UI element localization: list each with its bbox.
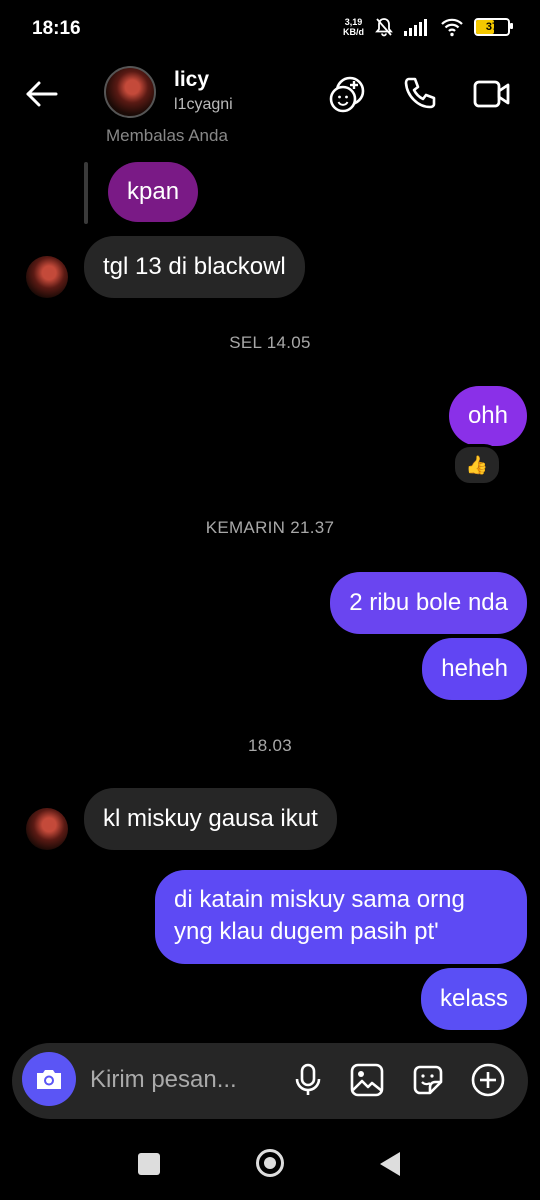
network-speed: 3,19 KB/d [343,17,364,37]
timestamp: 18.03 [247,736,293,755]
microphone-icon[interactable] [290,1062,326,1098]
message-bubble-replied[interactable]: kpan [108,162,199,222]
wifi-icon [441,18,463,37]
reply-bar [84,162,88,224]
back-arrow-icon[interactable] [24,76,60,112]
message-bubble-incoming[interactable]: tgl 13 di blackowl [84,236,305,298]
battery-icon: 37 [474,18,513,36]
timestamp: KEMARIN 21.37 [205,518,335,537]
message-bubble-outgoing[interactable]: ohh [448,386,527,446]
contact-username[interactable]: l1cyagni [174,96,233,114]
message-input[interactable]: Kirim pesan... [90,1066,237,1094]
message-bubble-incoming[interactable]: kl miskuy gausa ikut [84,788,337,850]
message-bubble-outgoing[interactable]: heheh [422,638,527,700]
timestamp: SEL 14.05 [229,333,311,352]
status-icons: 3,19 KB/d 37 [343,17,513,37]
recents-button[interactable] [138,1153,160,1175]
video-call-icon[interactable] [472,74,512,114]
status-time: 18:16 [32,18,81,39]
mute-bell-icon [375,18,393,37]
message-bubble-outgoing[interactable]: 2 ribu bole nda [330,572,527,634]
signal-icon [404,19,427,36]
sticker-icon[interactable] [410,1062,446,1098]
camera-icon [37,1070,61,1089]
add-effect-icon[interactable] [328,74,368,114]
nav-back-button[interactable] [380,1152,400,1176]
message-bubble-outgoing[interactable]: di katain miskuy sama orng yng klau duge… [155,870,527,964]
gallery-icon[interactable] [349,1062,385,1098]
message-line: yng klau dugem pasih pt' [174,918,439,945]
home-button[interactable] [256,1149,284,1177]
phone-call-icon[interactable] [400,74,440,114]
contact-name[interactable]: licy [174,68,209,92]
add-more-icon[interactable] [470,1062,506,1098]
reply-label: Membalas Anda [106,126,228,142]
sender-avatar[interactable] [26,256,68,298]
camera-button[interactable] [22,1052,76,1106]
contact-avatar[interactable] [104,66,156,118]
message-bubble-outgoing[interactable]: kelass [420,968,527,1030]
reaction-thumbs-up[interactable]: 👍 [452,444,502,486]
message-line: di katain miskuy sama orng [174,886,465,913]
sender-avatar[interactable] [26,808,68,850]
